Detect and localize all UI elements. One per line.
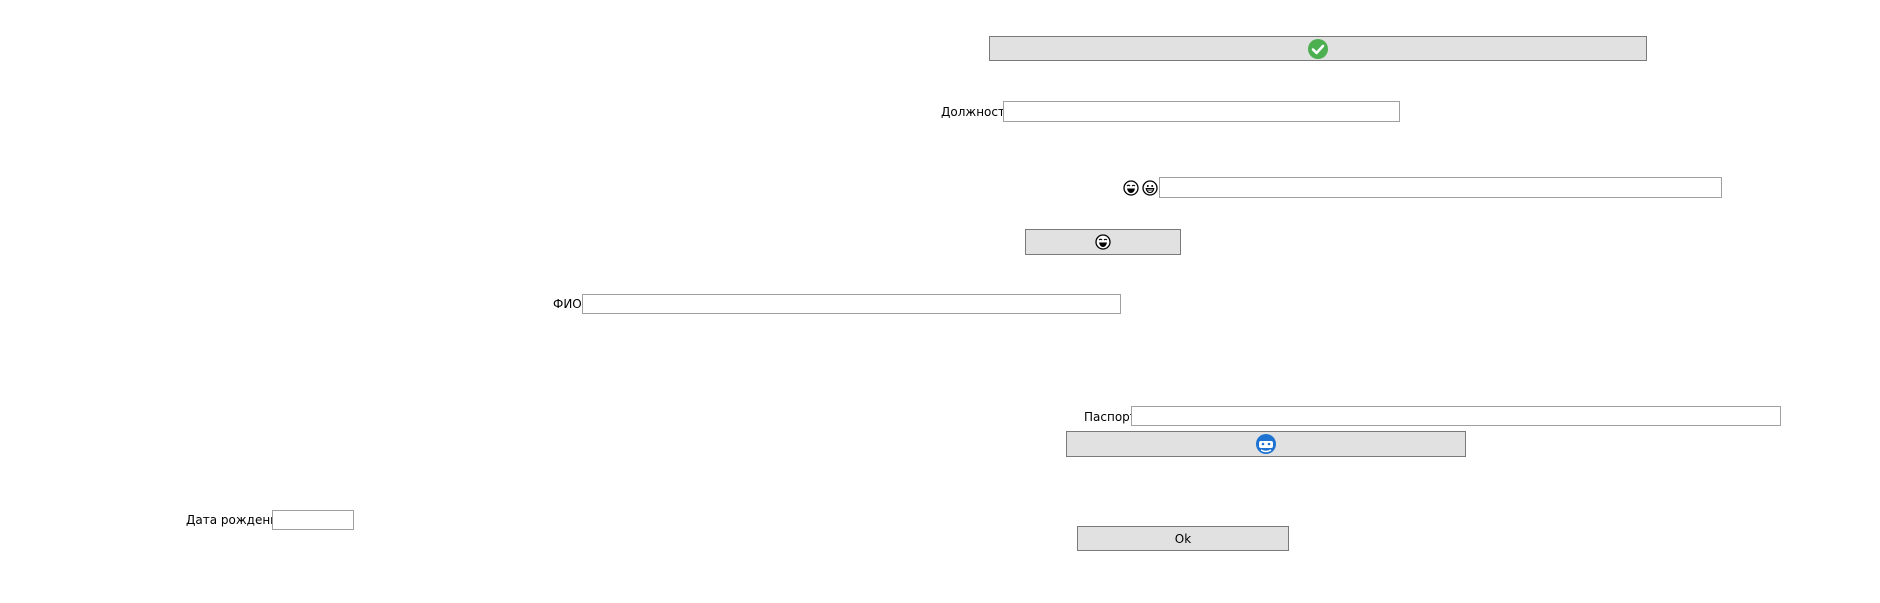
position-label: Должность bbox=[941, 105, 1013, 119]
laughing-face-icon bbox=[1095, 234, 1111, 250]
fio-label: ФИО bbox=[553, 297, 582, 311]
check-circle-icon bbox=[1308, 38, 1328, 59]
ok-button[interactable]: Ok bbox=[1077, 526, 1289, 551]
birth-date-label: Дата рождения bbox=[186, 513, 286, 527]
confirm-button[interactable] bbox=[989, 36, 1647, 61]
blue-face-icon bbox=[1255, 433, 1277, 455]
blue-icon-button[interactable] bbox=[1066, 431, 1466, 457]
passport-field[interactable] bbox=[1131, 406, 1781, 426]
window-canvas: Должность ФИО Паспорт Дата рождения Ok bbox=[0, 0, 1880, 603]
position-field[interactable] bbox=[1003, 101, 1400, 122]
grinning-face-icon bbox=[1142, 180, 1158, 196]
ok-button-label: Ok bbox=[1174, 531, 1192, 546]
birth-date-field[interactable] bbox=[272, 510, 354, 530]
passport-label: Паспорт bbox=[1084, 410, 1137, 424]
emoji-button[interactable] bbox=[1025, 229, 1181, 255]
laughing-face-icon bbox=[1123, 180, 1139, 196]
fio-field[interactable] bbox=[582, 294, 1121, 314]
emoji-field[interactable] bbox=[1159, 177, 1722, 198]
